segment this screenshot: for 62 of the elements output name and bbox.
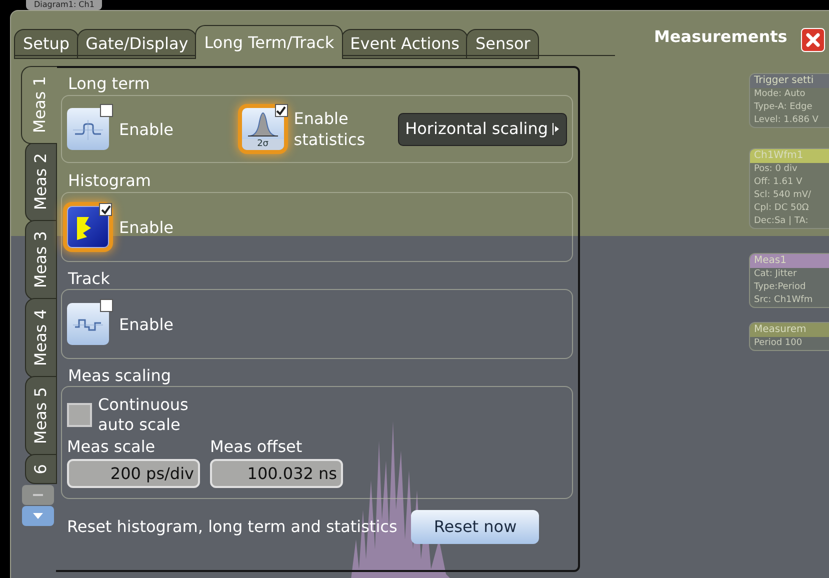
tab[interactable]: Gate/Display xyxy=(76,29,198,59)
tab[interactable]: Sensor xyxy=(466,29,540,59)
checkbox-label: Continuous auto scale xyxy=(98,395,190,435)
info-panel-line: Type:Period xyxy=(753,281,807,294)
info-panel-title: Ch1Wfm1 xyxy=(750,149,829,163)
section-title: Long term xyxy=(68,74,150,94)
check-icon xyxy=(276,106,286,116)
side-tab[interactable]: 6 xyxy=(25,454,57,484)
scroll-up-button[interactable] xyxy=(22,485,54,505)
checkbox[interactable] xyxy=(100,299,113,312)
pulse-icon xyxy=(73,120,103,140)
field-label: Meas scale xyxy=(67,437,156,457)
info-panel-line: Src: Ch1Wfm xyxy=(753,294,814,307)
checkbox[interactable] xyxy=(100,104,113,117)
reset-now-button[interactable]: Reset now xyxy=(411,510,540,544)
info-panel-title: Measurem xyxy=(750,323,829,337)
tab[interactable]: Setup xyxy=(14,29,79,59)
side-tab[interactable]: Meas 5 xyxy=(25,376,57,456)
toggle-label: Enable xyxy=(119,216,174,238)
section-title: Track xyxy=(68,269,110,289)
toggle-label: Enable xyxy=(119,118,174,140)
checkbox[interactable] xyxy=(99,203,112,216)
flag-icon xyxy=(77,217,91,240)
toggle-label: Enable statistics xyxy=(294,108,366,150)
input-field[interactable]: 100.032 ns xyxy=(210,459,343,488)
scroll-down-button[interactable] xyxy=(22,506,54,526)
checkbox[interactable] xyxy=(274,104,288,117)
info-panel-title: Meas1 xyxy=(750,254,829,268)
info-panel-line: Level: 1.686 V xyxy=(753,114,820,127)
info-panel-line: Type-A: Edge xyxy=(753,101,814,114)
side-tab[interactable]: Meas 2 xyxy=(25,142,57,222)
submenu-arrow-icon xyxy=(552,123,560,135)
input-field[interactable]: 200 ps/div xyxy=(67,459,200,488)
bell-curve-icon xyxy=(248,112,278,138)
side-tab[interactable]: Meas 1 xyxy=(21,66,57,144)
icon-label: 2σ xyxy=(242,139,284,150)
info-panel-line: Dec:Sa | TA: xyxy=(753,215,810,228)
diagram-label: Diagram1: Ch1 xyxy=(26,0,102,10)
section-title: Meas scaling xyxy=(68,366,171,386)
info-panel-line: Scl: 540 mV/ xyxy=(753,189,812,202)
info-panel-line: Cat: Jitter xyxy=(753,268,798,281)
close-button[interactable] xyxy=(801,28,825,52)
info-panel-line: Period 100 xyxy=(753,337,804,350)
info-panel-line: Off: 1.61 V xyxy=(753,176,804,189)
window-title: Measurements xyxy=(654,26,788,48)
side-tab[interactable]: Meas 3 xyxy=(25,220,57,300)
check-icon xyxy=(100,204,110,214)
info-panel-line: Pos: 0 div xyxy=(753,163,798,176)
reset-description: Reset histogram, long term and statistics xyxy=(67,516,398,538)
close-icon xyxy=(805,32,821,48)
field-label: Meas offset xyxy=(210,437,304,457)
toggle-label: Enable xyxy=(119,314,174,334)
info-panel-title: Trigger setti xyxy=(750,74,829,88)
side-tab[interactable]: Meas 4 xyxy=(25,298,57,378)
down-arrow-icon xyxy=(33,513,43,519)
dash-icon xyxy=(33,493,43,497)
tab[interactable]: Long Term/Track xyxy=(195,25,344,59)
tab[interactable]: Event Actions xyxy=(341,29,468,59)
section-title: Histogram xyxy=(68,171,151,191)
info-panel-line: Mode: Auto xyxy=(753,88,806,101)
info-panel-line: Cpl: DC 50Ω xyxy=(753,202,810,215)
horizontal-scaling-button[interactable]: Horizontal scaling xyxy=(398,112,567,146)
